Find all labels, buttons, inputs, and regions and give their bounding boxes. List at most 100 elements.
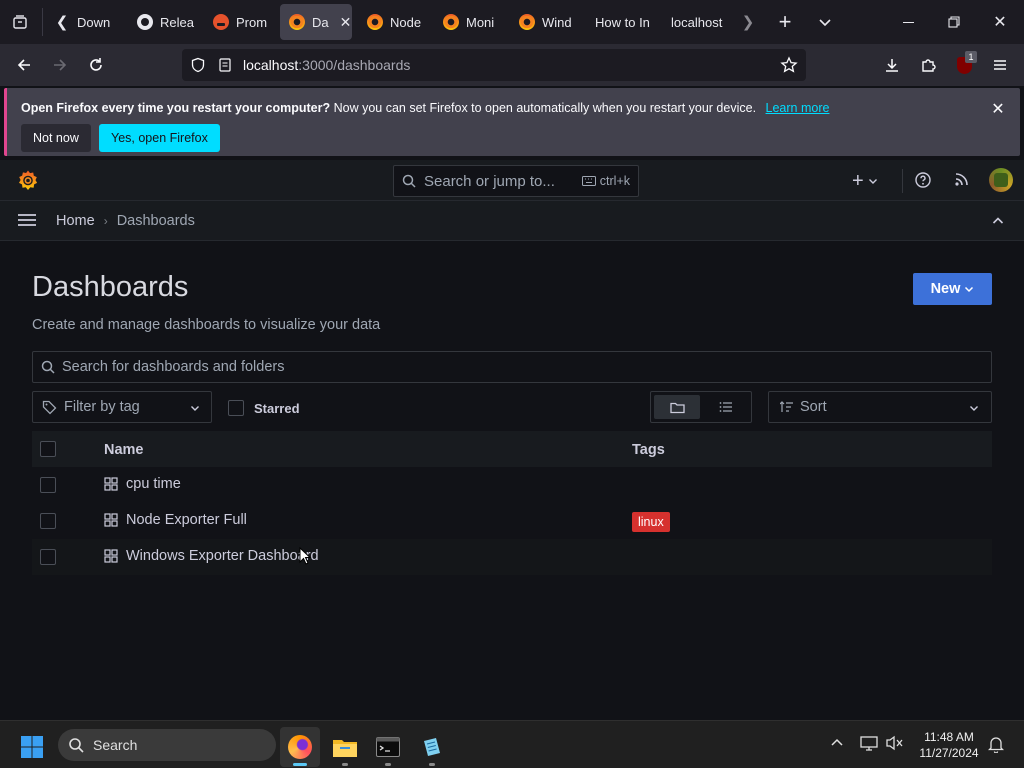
start-button[interactable] — [12, 727, 52, 767]
shield-icon[interactable] — [190, 57, 206, 73]
tab-localhost[interactable]: localhost — [662, 4, 728, 40]
filter-by-tag-select[interactable]: Filter by tag — [32, 391, 212, 423]
address-bar[interactable]: localhost:3000/dashboards — [182, 49, 806, 81]
reload-button[interactable] — [80, 49, 112, 81]
dashboards-page: Dashboards Create and manage dashboards … — [0, 241, 1024, 720]
forward-button[interactable] — [44, 49, 76, 81]
close-icon: ✕ — [991, 101, 1005, 118]
rss-icon — [955, 173, 968, 186]
tab-github-releases[interactable]: Relea — [128, 4, 196, 40]
downloads-button[interactable] — [876, 49, 908, 81]
learn-more-link[interactable]: Learn more — [766, 101, 830, 115]
tag-linux[interactable]: linux — [632, 512, 670, 532]
clock[interactable]: 11:48 AM 11/27/2024 — [914, 729, 984, 761]
restore-icon — [948, 16, 960, 28]
tab-prometheus[interactable]: Prom — [204, 4, 272, 40]
page-title: Dashboards — [32, 271, 189, 303]
help-button[interactable] — [914, 171, 934, 191]
tab-windows[interactable]: Wind — [510, 4, 578, 40]
dashboard-link[interactable]: Node Exporter Full — [104, 512, 247, 528]
search-dashboards-input[interactable]: Search for dashboards and folders — [32, 351, 992, 383]
dashboard-link[interactable]: Windows Exporter Dashboard — [104, 548, 319, 564]
taskbar-file-explorer[interactable] — [325, 727, 365, 767]
collapse-toolbar-button[interactable] — [992, 214, 1006, 228]
starred-filter[interactable]: Starred — [228, 400, 300, 416]
table-row[interactable]: Windows Exporter Dashboard — [32, 539, 992, 575]
firefox-view-icon — [13, 15, 27, 29]
notifications-button[interactable] — [987, 736, 1006, 754]
yes-open-firefox-button[interactable]: Yes, open Firefox — [99, 124, 220, 152]
search-placeholder: Search or jump to... — [424, 172, 555, 190]
scroll-tabs-right-button[interactable]: ❯ — [732, 6, 764, 38]
breadcrumb-home[interactable]: Home — [56, 213, 95, 229]
browser-navigation-bar: localhost:3000/dashboards 1 — [0, 44, 1024, 86]
select-all-checkbox[interactable] — [40, 441, 56, 457]
table-row[interactable]: cpu time — [32, 467, 992, 503]
taskbar-search[interactable]: Search — [58, 729, 276, 761]
network-status[interactable] — [860, 735, 878, 753]
back-button[interactable] — [8, 49, 40, 81]
table-row[interactable]: Node Exporter Full linux — [32, 503, 992, 539]
row-checkbox[interactable] — [40, 513, 56, 529]
row-checkbox[interactable] — [40, 477, 56, 493]
tab-monitoring[interactable]: Moni — [434, 4, 502, 40]
new-button-label: New — [930, 281, 961, 297]
show-hidden-icons-button[interactable] — [830, 736, 846, 752]
tab-how-to-install[interactable]: How to In — [586, 4, 656, 40]
hamburger-icon — [18, 214, 36, 226]
row-checkbox[interactable] — [40, 549, 56, 565]
new-button[interactable]: New — [913, 273, 992, 305]
arrow-left-icon — [17, 59, 30, 71]
minimize-window-button[interactable] — [892, 6, 924, 38]
toolbar-divider — [902, 169, 903, 193]
notepad-icon — [424, 738, 440, 756]
taskbar-firefox[interactable] — [280, 727, 320, 767]
ublock-extension-button[interactable]: 1 — [948, 49, 980, 81]
tab-label: Down — [77, 14, 111, 30]
dashboard-grid-icon — [104, 549, 118, 563]
firefox-view-button[interactable] — [4, 6, 36, 38]
grafana-logo-icon — [19, 170, 38, 190]
search-or-jump-input[interactable]: Search or jump to... ctrl+k — [393, 165, 639, 197]
close-tab-icon[interactable]: ✕ — [340, 14, 352, 31]
tab-label: How to In — [595, 14, 650, 30]
taskbar-notepad[interactable] — [412, 727, 452, 767]
url-host: localhost — [243, 57, 299, 73]
tab-label: localhost — [671, 14, 723, 30]
tab-dashboards[interactable]: Da ✕ — [280, 4, 352, 40]
close-window-button[interactable]: ✕ — [984, 6, 1016, 38]
list-view-button[interactable] — [703, 395, 749, 419]
clock-time: 11:48 AM — [924, 730, 974, 744]
reload-icon — [90, 58, 102, 71]
add-new-menu-button[interactable]: + — [852, 169, 888, 193]
user-avatar[interactable] — [989, 168, 1013, 192]
restore-window-button[interactable] — [938, 6, 970, 38]
close-notification-button[interactable]: ✕ — [988, 99, 1008, 119]
not-now-button[interactable]: Not now — [21, 124, 91, 152]
chevron-down-icon — [868, 179, 877, 184]
search-dashboards-placeholder: Search for dashboards and folders — [62, 359, 285, 375]
close-icon: ✕ — [993, 14, 1007, 31]
sort-select[interactable]: Sort — [768, 391, 992, 423]
bookmark-star-icon[interactable] — [780, 56, 798, 74]
news-feed-button[interactable] — [954, 171, 974, 191]
grafana-logo[interactable] — [16, 169, 40, 193]
tab-downloads[interactable]: Down — [68, 4, 124, 40]
volume-status[interactable] — [885, 735, 907, 753]
extensions-button[interactable] — [912, 49, 944, 81]
download-icon — [886, 59, 898, 72]
list-all-tabs-button[interactable] — [809, 6, 841, 38]
tag-icon — [42, 400, 57, 414]
mega-menu-toggle[interactable] — [16, 211, 40, 231]
new-tab-button[interactable]: + — [769, 6, 801, 38]
page-info-icon[interactable] — [218, 58, 232, 72]
breadcrumb: Home › Dashboards — [56, 213, 195, 229]
app-menu-button[interactable] — [984, 49, 1016, 81]
breadcrumb-separator-icon: › — [103, 214, 108, 228]
tab-node[interactable]: Node — [358, 4, 426, 40]
starred-checkbox[interactable] — [228, 400, 244, 416]
dashboard-link[interactable]: cpu time — [104, 476, 181, 492]
folder-view-button[interactable] — [654, 395, 700, 419]
running-app-indicator — [342, 763, 348, 766]
taskbar-terminal[interactable] — [368, 727, 408, 767]
